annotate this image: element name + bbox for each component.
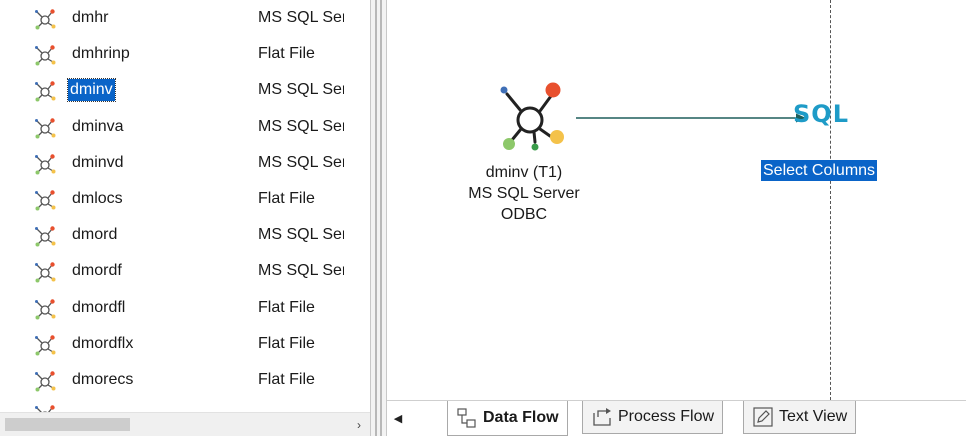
list-item-name: dmhrinp xyxy=(72,45,130,63)
data-flow-icon xyxy=(457,408,476,428)
list-item[interactable]: dminv MS SQL Server xyxy=(0,72,350,108)
process-flow-icon xyxy=(593,408,611,426)
list-item-name: dmordf xyxy=(72,262,122,280)
tab-text-view[interactable]: Text View xyxy=(743,401,857,434)
list-item[interactable]: dmorecs Flat File xyxy=(0,362,350,398)
list-item-type: Flat File xyxy=(258,371,315,388)
list-item[interactable]: dminva MS SQL Server xyxy=(0,109,350,145)
data-source-icon xyxy=(33,7,57,31)
first-tab-nav-icon[interactable]: ◀ xyxy=(391,410,405,428)
data-source-icon xyxy=(33,79,57,103)
list-item[interactable]: dmhr MS SQL Server xyxy=(0,0,350,36)
list-item-name: dminv xyxy=(67,78,116,103)
data-source-icon xyxy=(33,188,57,212)
list-item-name: dminva xyxy=(72,117,124,135)
list-item[interactable]: dmord MS SQL Server xyxy=(0,217,350,253)
list-item-type: MS SQL Server xyxy=(258,9,344,26)
list-item[interactable]: dmlocs Flat File xyxy=(0,181,350,217)
data-source-icon xyxy=(33,260,57,284)
tab-process-flow[interactable]: Process Flow xyxy=(582,401,724,434)
list-item[interactable]: dminvd MS SQL Server xyxy=(0,145,350,181)
splitter-grip xyxy=(380,0,382,436)
list-item-name: dminvd xyxy=(72,153,124,171)
list-item-type: MS SQL Server xyxy=(258,262,344,280)
list-item-name: dmord xyxy=(72,226,118,244)
pencil-icon xyxy=(753,407,773,427)
list-item-type: Flat File xyxy=(258,298,315,316)
list-item-type: Flat File xyxy=(258,190,315,207)
source-node-name: dminv (T1) xyxy=(485,164,563,181)
data-source-icon xyxy=(33,369,57,393)
splitter-grip xyxy=(375,0,377,436)
horizontal-scrollbar[interactable]: › xyxy=(0,412,370,436)
data-source-list: dmhr MS SQL Server dmhrinp Flat File xyxy=(0,0,370,436)
flow-connector-arrow[interactable] xyxy=(576,110,806,126)
list-item[interactable]: dmordfl Flat File xyxy=(0,290,350,326)
tab-label: Process Flow xyxy=(618,408,715,425)
data-source-icon xyxy=(33,116,57,140)
data-source-icon xyxy=(33,152,57,176)
data-source-icon xyxy=(33,297,57,321)
panel-splitter[interactable] xyxy=(370,0,387,436)
tab-label: Data Flow xyxy=(483,409,559,426)
data-source-icon xyxy=(33,333,57,357)
list-item-type: MS SQL Server xyxy=(258,117,344,135)
column-divider xyxy=(830,0,831,400)
tab-data-flow[interactable]: Data Flow xyxy=(447,401,568,436)
source-node-type: MS SQL Server xyxy=(468,185,580,202)
data-source-icon xyxy=(33,43,57,67)
list-item-type: Flat File xyxy=(258,334,315,352)
view-tab-bar: ◀ Data Flow Process Flow Text View xyxy=(387,400,966,436)
list-item-type: MS SQL Server xyxy=(258,81,344,99)
sql-node-label[interactable]: Select Columns xyxy=(761,160,878,181)
tab-label: Text View xyxy=(779,408,848,425)
data-flow-canvas[interactable]: dminv (T1) MS SQL Server ODBC SQL Select… xyxy=(387,0,966,400)
list-item-name: dmordflx xyxy=(72,334,134,352)
source-node-label[interactable]: dminv (T1) MS SQL Server ODBC xyxy=(442,162,606,225)
source-node-driver: ODBC xyxy=(500,206,548,223)
list-item-type: MS SQL Server xyxy=(258,226,344,244)
list-item-name: dmorecs xyxy=(72,371,134,388)
data-source-icon[interactable] xyxy=(494,78,572,158)
vertical-scrollbar[interactable]: ∨ xyxy=(350,0,370,412)
list-item-type: Flat File xyxy=(258,45,315,63)
data-source-icon xyxy=(33,224,57,248)
list-item-name: dmordfl xyxy=(72,298,126,316)
list-item-name: dmlocs xyxy=(72,190,123,207)
sql-icon[interactable]: SQL xyxy=(793,100,849,128)
list-item[interactable]: dmordf MS SQL Server xyxy=(0,253,350,289)
scroll-right-arrow-icon[interactable]: › xyxy=(350,417,368,433)
scrollbar-thumb[interactable] xyxy=(5,418,130,431)
list-item-type: MS SQL Server xyxy=(258,153,344,171)
list-item[interactable]: dmhrinp Flat File xyxy=(0,36,350,72)
list-item[interactable]: dmordflx Flat File xyxy=(0,326,350,362)
list-item-name: dmhr xyxy=(72,9,109,26)
